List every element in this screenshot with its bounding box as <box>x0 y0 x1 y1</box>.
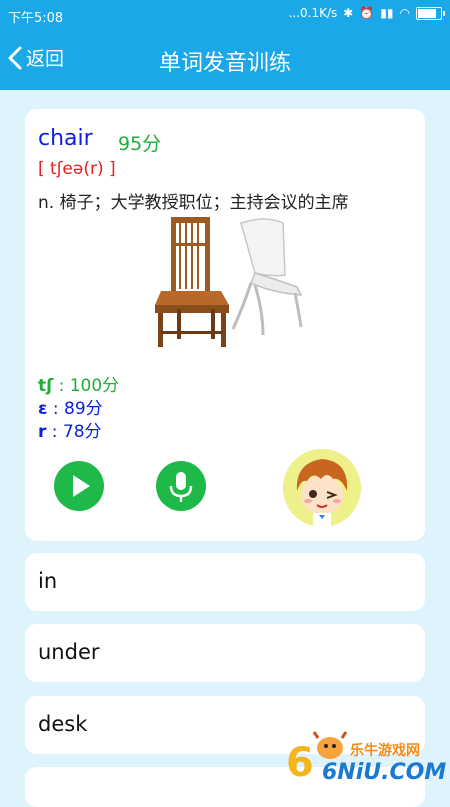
alarm-icon: ⏰ <box>359 6 375 20</box>
definition-text: n. 椅子；大学教授职位；主持会议的主席 <box>38 193 349 213</box>
app-bar: 返回 单词发音训练 <box>0 30 450 90</box>
watermark-domain: 6NiU.COM <box>322 760 447 785</box>
cartoon-boy-avatar <box>283 449 361 527</box>
wifi-icon: ◠ <box>399 6 410 20</box>
phoneme-symbol: r <box>38 422 47 442</box>
phoneme-score: : 78分 <box>51 422 102 442</box>
phoneme-score: : 100分 <box>58 376 120 396</box>
watermark-logo: 6 乐牛游戏网 6NiU.COM <box>284 724 447 794</box>
page-title: 单词发音训练 <box>158 51 291 76</box>
word-card: chair 95分 [ tʃeə(r) ] n. 椅子；大学教授职位；主持会议的… <box>25 109 425 541</box>
svg-text:6: 6 <box>286 740 314 786</box>
signal-icon: ▮▮ <box>380 6 394 20</box>
phoneme-score: : 89分 <box>52 399 103 419</box>
battery-icon <box>416 6 445 20</box>
bluetooth-icon: ✱ <box>343 6 354 20</box>
microphone-icon <box>169 472 193 502</box>
list-item-label: desk <box>38 712 88 736</box>
list-item-label: in <box>38 569 58 593</box>
play-icon <box>73 475 90 497</box>
network-speed: ...0.1K/s <box>288 6 338 20</box>
record-button[interactable] <box>156 461 206 511</box>
phoneme-symbol: ɛ <box>38 399 48 419</box>
phoneme-row: ɛ : 89分 <box>38 394 103 419</box>
status-time: 下午5:08 <box>8 11 64 26</box>
status-bar: 下午5:08 ...0.1K/s ✱ ⏰ ▮▮ ◠ <box>0 0 450 30</box>
phoneme-row: r : 78分 <box>38 417 102 442</box>
phonetic-text: [ tʃeə(r) ] <box>38 159 116 179</box>
word-text: chair <box>38 126 93 151</box>
chair-image <box>155 217 303 347</box>
phoneme-symbol: tʃ <box>38 376 54 396</box>
word-score: 95分 <box>118 133 162 155</box>
phoneme-row: tʃ : 100分 <box>38 371 119 396</box>
avatar[interactable] <box>283 449 361 527</box>
list-item[interactable]: under <box>25 624 425 682</box>
list-item-label: under <box>38 640 100 664</box>
watermark-brand: 乐牛游戏网 <box>350 743 420 759</box>
list-item[interactable]: in <box>25 553 425 611</box>
status-icons: ...0.1K/s ✱ ⏰ ▮▮ ◠ <box>288 6 445 20</box>
play-button[interactable] <box>54 461 104 511</box>
